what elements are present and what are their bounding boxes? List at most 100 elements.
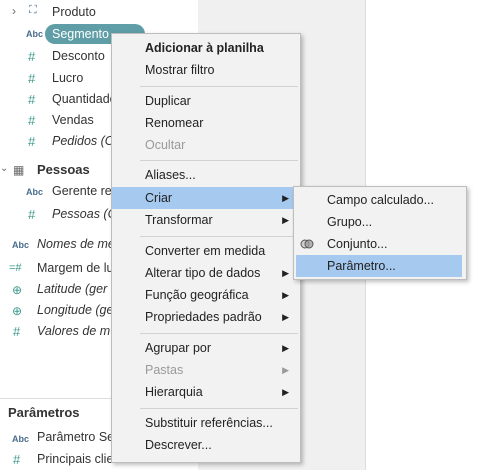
field-label: Pessoas (C (52, 207, 117, 221)
calculated-measure-icon: =# (9, 262, 22, 274)
menu-item-label: Converter em medida (145, 244, 266, 258)
measure-icon: # (28, 49, 36, 64)
field-margem-de-lucro[interactable]: Margem de lu (37, 258, 113, 278)
create-submenu: Campo calculado... Grupo... Conjunto... … (293, 186, 467, 280)
field-label: Produto (52, 5, 96, 19)
field-label: Lucro (52, 71, 84, 85)
field-label: Quantidade (52, 92, 117, 106)
chevron-right-icon[interactable]: › (12, 4, 16, 18)
measure-icon: # (28, 92, 36, 107)
menu-item-label: Função geográfica (145, 288, 249, 302)
context-menu: Adicionar à planilha Mostrar filtro Dupl… (111, 33, 301, 463)
menu-item-label: Campo calculado... (327, 193, 435, 207)
menu-item-label: Conjunto... (327, 237, 388, 251)
measure-icon: # (28, 71, 36, 86)
field-desconto[interactable]: Desconto (52, 46, 105, 66)
field-quantidade[interactable]: Quantidade (52, 89, 117, 109)
field-label: Latitude (ger (37, 282, 108, 296)
menu-item-convert-to-measure[interactable]: Converter em medida (112, 240, 300, 262)
field-lucro[interactable]: Lucro (52, 68, 83, 88)
field-gerente-regional[interactable]: Gerente re (52, 181, 112, 201)
field-longitude[interactable]: Longitude (ge (37, 300, 113, 320)
menu-item-duplicate[interactable]: Duplicar (112, 90, 300, 112)
abc-icon: Abc (12, 240, 30, 250)
menu-separator (140, 333, 298, 334)
measure-icon: # (28, 113, 36, 128)
menu-item-label: Duplicar (145, 94, 191, 108)
menu-item-label: Substituir referências... (145, 416, 273, 430)
measure-icon: # (28, 207, 36, 222)
hierarchy-icon: ⛶ (29, 4, 37, 16)
parameter-label: Parâmetro Se (37, 430, 115, 444)
menu-item-label: Parâmetro... (327, 259, 396, 273)
table-icon: ▦ (13, 163, 25, 177)
submenu-arrow-icon: ▶ (282, 290, 289, 300)
menu-item-group-by[interactable]: Agrupar por ▶ (112, 337, 300, 359)
menu-item-label: Alterar tipo de dados (145, 266, 261, 280)
menu-item-aliases[interactable]: Aliases... (112, 164, 300, 186)
menu-item-label: Adicionar à planilha (145, 41, 264, 55)
menu-item-label: Descrever... (145, 438, 212, 452)
field-label: Margem de lu (37, 261, 114, 275)
menu-item-show-filter[interactable]: Mostrar filtro (112, 59, 300, 81)
field-label: Desconto (52, 49, 105, 63)
submenu-item-parameter[interactable]: Parâmetro... (296, 255, 462, 277)
field-valores-de-medidas[interactable]: Valores de m (37, 321, 110, 341)
menu-item-folders: Pastas ▶ (112, 359, 300, 381)
submenu-arrow-icon: ▶ (282, 215, 289, 225)
field-pedidos[interactable]: Pedidos (C (52, 131, 114, 151)
menu-item-label: Ocultar (145, 138, 186, 152)
measure-icon: # (13, 324, 21, 339)
menu-item-transform[interactable]: Transformar ▶ (112, 209, 300, 231)
menu-item-geographic-role[interactable]: Função geográfica ▶ (112, 284, 300, 306)
menu-item-label: Agrupar por (145, 341, 212, 355)
field-label: Vendas (52, 113, 94, 127)
field-vendas[interactable]: Vendas (52, 110, 94, 130)
field-produto[interactable]: Produto (52, 2, 96, 22)
menu-separator (140, 408, 298, 409)
menu-item-hierarchy[interactable]: Hierarquia ▶ (112, 381, 300, 403)
menu-item-rename[interactable]: Renomear (112, 112, 300, 134)
menu-item-label: Aliases... (145, 168, 196, 182)
abc-icon: Abc (12, 434, 30, 444)
menu-separator (140, 236, 298, 237)
globe-icon: ⊕ (12, 304, 23, 318)
submenu-arrow-icon: ▶ (282, 193, 289, 203)
field-label: Gerente re (52, 184, 112, 198)
table-pessoas[interactable]: Pessoas (37, 160, 90, 180)
menu-item-default-properties[interactable]: Propriedades padrão ▶ (112, 306, 300, 328)
menu-item-label: Renomear (145, 116, 204, 130)
menu-item-label: Propriedades padrão (145, 310, 262, 324)
menu-item-label: Hierarquia (145, 385, 203, 399)
submenu-arrow-icon: ▶ (282, 365, 289, 375)
field-label: Nomes de me (37, 237, 115, 251)
menu-item-change-data-type[interactable]: Alterar tipo de dados ▶ (112, 262, 300, 284)
menu-separator (140, 86, 298, 87)
set-icon (300, 239, 314, 249)
parameter-item[interactable]: Parâmetro Se (37, 427, 114, 447)
menu-item-replace-references[interactable]: Substituir referências... (112, 412, 300, 434)
field-label: Valores de m (37, 324, 111, 338)
menu-separator (140, 160, 298, 161)
parameters-title: Parâmetros (8, 405, 80, 420)
submenu-arrow-icon: ▶ (282, 312, 289, 322)
submenu-item-calculated-field[interactable]: Campo calculado... (294, 189, 466, 211)
table-label: Pessoas (37, 162, 90, 177)
menu-item-describe[interactable]: Descrever... (112, 434, 300, 456)
menu-item-label: Pastas (145, 363, 184, 377)
field-label: Segmento (52, 27, 109, 41)
chevron-down-icon[interactable]: ⌄ (0, 163, 8, 174)
menu-item-create[interactable]: Criar ▶ (112, 187, 300, 209)
field-pessoas-count[interactable]: Pessoas (C (52, 204, 117, 224)
field-label: Longitude (ge (37, 303, 114, 317)
field-latitude[interactable]: Latitude (ger (37, 279, 107, 299)
menu-item-hide: Ocultar (112, 134, 300, 156)
field-nomes-de-medidas[interactable]: Nomes de me (37, 234, 115, 254)
measure-icon: # (28, 134, 36, 149)
menu-item-add-to-sheet[interactable]: Adicionar à planilha (112, 37, 300, 59)
submenu-item-set[interactable]: Conjunto... (294, 233, 466, 255)
abc-icon: Abc (26, 29, 44, 39)
menu-item-label: Mostrar filtro (145, 63, 215, 77)
submenu-item-group[interactable]: Grupo... (294, 211, 466, 233)
submenu-arrow-icon: ▶ (282, 387, 289, 397)
